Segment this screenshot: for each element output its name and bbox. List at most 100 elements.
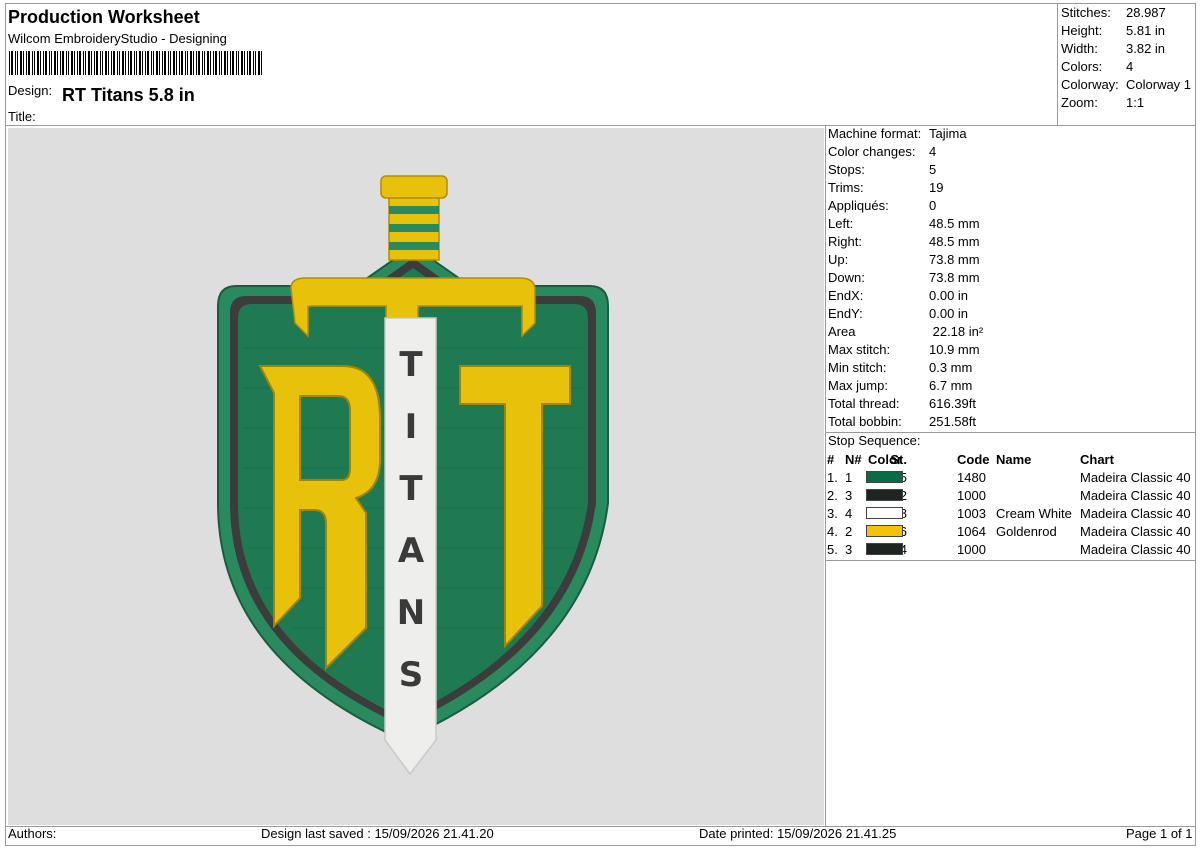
stats-label: Total bobbin:	[828, 414, 902, 429]
stats-row: Total bobbin: 251.58ft	[828, 413, 1188, 431]
stats-value: 22.18 in²	[929, 324, 984, 339]
stats-value: Tajima	[929, 126, 967, 141]
barcode-bar	[45, 51, 47, 75]
title-label: Title:	[8, 109, 36, 124]
design-label: Design:	[8, 83, 53, 98]
stop-sequence-row: 4.24.6061064GoldenrodMadeira Classic 40	[827, 523, 1195, 541]
barcode-bar	[102, 51, 103, 75]
barcode-bar	[224, 51, 226, 75]
blade-letter: S	[399, 655, 424, 695]
header-code: Code	[957, 452, 990, 467]
barcode-bar	[230, 51, 231, 75]
production-worksheet: Production Worksheet Wilcom EmbroiderySt…	[0, 0, 1200, 848]
barcode-bar	[145, 51, 146, 75]
sword-pommel	[380, 175, 448, 199]
barcode-bar	[168, 51, 169, 75]
barcode-bar	[83, 51, 84, 75]
barcode-bar	[241, 51, 243, 75]
barcode-bar	[134, 51, 135, 75]
barcode-bar	[74, 51, 75, 75]
barcode-bar	[162, 51, 163, 75]
barcode-bar	[117, 51, 118, 75]
stats-label: Stops:	[828, 162, 865, 177]
stats-row: Total thread: 616.39ft	[828, 395, 1188, 413]
summary-value: 4	[1126, 59, 1134, 74]
barcode-bar	[17, 51, 18, 75]
header-chart: Chart	[1080, 452, 1114, 467]
color-swatch	[866, 507, 903, 519]
barcode-bar	[66, 51, 67, 75]
color-swatch	[866, 543, 903, 555]
stats-value: 10.9 mm	[929, 342, 980, 357]
blade-letter: T	[399, 469, 423, 509]
summary-label: Colors:	[1061, 59, 1103, 74]
stats-value: 48.5 mm	[929, 216, 980, 231]
row-index: 5.	[827, 542, 838, 557]
stats-value: 251.58ft	[929, 414, 976, 429]
stats-value: 6.7 mm	[929, 378, 973, 393]
barcode-bar	[210, 51, 211, 75]
barcode-bar	[179, 51, 180, 75]
barcode-bar	[122, 51, 124, 75]
barcode-bar	[185, 51, 186, 75]
stats-label: Right:	[828, 234, 862, 249]
barcode-bar	[196, 51, 197, 75]
stop-sequence-rows: 1.118.7951480Madeira Classic 402.31.7121…	[827, 469, 1195, 559]
barcode-bar	[91, 51, 92, 75]
barcode-bar	[244, 51, 245, 75]
barcode-bar	[128, 51, 129, 75]
row-index: 1.	[827, 470, 838, 485]
stats-label: Max jump:	[828, 378, 888, 393]
header-index: #	[827, 452, 835, 467]
barcode-bar	[49, 51, 50, 75]
barcode-bar	[164, 51, 166, 75]
barcode-bar	[60, 51, 61, 75]
barcode-bar	[43, 51, 44, 75]
frame-top	[5, 3, 1195, 4]
page-number: Page 1 of 1	[1126, 826, 1193, 841]
stats-value: 616.39ft	[929, 396, 976, 411]
barcode-bar	[130, 51, 132, 75]
stats-label: Appliqués:	[828, 198, 889, 213]
worksheet-title: Production Worksheet	[8, 7, 200, 27]
row-chart: Madeira Classic 40	[1080, 524, 1191, 539]
barcode-bar	[11, 51, 13, 75]
barcode-bar	[79, 51, 81, 75]
color-swatch	[866, 525, 903, 537]
summary-label: Zoom:	[1061, 95, 1098, 110]
barcode-bar	[207, 51, 209, 75]
row-needle: 4	[845, 506, 853, 521]
barcode-bar	[247, 51, 248, 75]
barcode-bar	[62, 51, 64, 75]
barcode-bar	[51, 51, 52, 75]
summary-row: Zoom: 1:1	[1061, 94, 1197, 112]
stats-value: 19	[929, 180, 944, 195]
barcode-bar	[173, 51, 175, 75]
summary-label: Height:	[1061, 23, 1103, 38]
barcode-bar	[170, 51, 171, 75]
barcode-bar	[190, 51, 192, 75]
stats-value: 0.3 mm	[929, 360, 973, 375]
stats-value: 73.8 mm	[929, 270, 980, 285]
color-swatch	[866, 489, 903, 501]
stop-sequence-row: 3.43.2381003Cream WhiteMadeira Classic 4…	[827, 505, 1195, 523]
preview-divider	[825, 125, 826, 826]
stats-label: Area	[828, 324, 856, 339]
row-needle: 2	[845, 524, 853, 539]
barcode-bar	[54, 51, 56, 75]
embroidery-design-image: T I T A N S	[217, 175, 609, 776]
blade-letter: I	[405, 407, 418, 447]
software-name: Wilcom EmbroideryStudio - Designing	[8, 31, 227, 46]
barcode-bar	[9, 51, 10, 75]
barcode-bar	[153, 51, 154, 75]
barcode-bar	[151, 51, 152, 75]
stats-label: EndX:	[828, 288, 864, 303]
frame-left	[5, 3, 6, 846]
barcode-bar	[236, 51, 237, 75]
summary-value: 28.987	[1126, 5, 1166, 20]
summary-row: Colors: 4	[1061, 58, 1197, 76]
row-code: 1064	[957, 524, 986, 539]
header-needle: N#	[845, 452, 862, 467]
summary-row: Colorway: Colorway 1	[1061, 76, 1197, 94]
stats-value: 73.8 mm	[929, 252, 980, 267]
